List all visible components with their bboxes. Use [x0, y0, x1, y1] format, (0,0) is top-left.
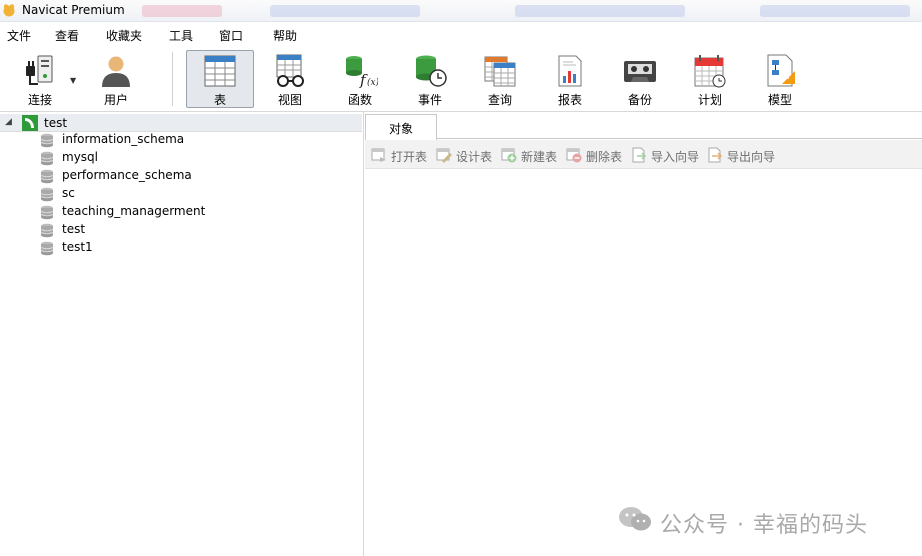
function-label: 函数 [347, 93, 372, 107]
connection-plug-icon [26, 55, 53, 85]
object-pane: 对象 打开表 设计表 新建表 删除表 导入向导 导出向导 [365, 112, 922, 556]
report-label: 报表 [557, 93, 582, 107]
menu-window[interactable]: 窗口 [219, 27, 243, 44]
new-table-label: 新建表 [521, 150, 558, 164]
tree-database-item[interactable]: performance_schema [40, 167, 340, 185]
user-button[interactable]: 用户 [82, 50, 150, 108]
menu-favorites[interactable]: 收藏夹 [106, 27, 142, 44]
database-icon [40, 223, 54, 238]
database-name: performance_schema [62, 168, 192, 182]
database-icon [40, 151, 54, 166]
database-icon [40, 133, 54, 148]
connect-button[interactable]: 连接 [6, 50, 74, 108]
schedule-calendar-icon [694, 55, 726, 88]
open-table-label: 打开表 [391, 150, 428, 164]
backup-button[interactable]: 备份 [606, 50, 674, 108]
connect-label: 连接 [27, 93, 52, 107]
mysql-connection-icon [22, 115, 38, 131]
connection-name: test [44, 116, 68, 130]
menu-help[interactable]: 帮助 [273, 27, 297, 44]
delete-table-label: 删除表 [586, 150, 623, 164]
new-table-icon [501, 148, 517, 163]
wechat-icon [619, 507, 651, 531]
title-bar: Navicat Premium [0, 0, 922, 22]
function-icon: f (x) [346, 56, 378, 88]
import-wizard-label: 导入向导 [651, 150, 700, 164]
delete-table-icon [566, 148, 582, 163]
function-button[interactable]: f (x) 函数 [326, 50, 394, 108]
view-button[interactable]: 视图 [256, 50, 324, 108]
model-diagram-icon [767, 54, 795, 87]
export-wizard-icon [708, 147, 723, 163]
table-icon [204, 55, 236, 87]
database-icon [40, 187, 54, 202]
main-toolbar: 连接 ▼ 用户 表 视图 f (x) 函数 事件 查询 报表 备份 计划 模型 [0, 46, 922, 112]
query-icon [484, 56, 516, 87]
menu-view[interactable]: 查看 [55, 27, 79, 44]
user-label: 用户 [103, 93, 128, 107]
object-tabstrip: 对象 [365, 112, 922, 140]
blurred-tab-1 [142, 5, 222, 17]
backup-label: 备份 [627, 93, 652, 107]
tree-database-item[interactable]: sc [40, 185, 340, 203]
navicat-logo-icon [3, 4, 15, 17]
table-button[interactable]: 表 [186, 50, 254, 108]
open-table-icon [371, 148, 386, 162]
database-name: test1 [62, 240, 93, 254]
query-label: 查询 [487, 93, 512, 107]
design-table-label: 设计表 [456, 150, 493, 164]
report-chart-icon [558, 55, 582, 87]
database-name: information_schema [62, 132, 185, 146]
user-icon [102, 56, 130, 87]
import-wizard-icon [632, 147, 647, 163]
report-button[interactable]: 报表 [536, 50, 604, 108]
connection-tree: ◢ test information_schema mysql performa… [0, 112, 364, 556]
tree-database-item[interactable]: information_schema [40, 131, 340, 149]
watermark-text: 公众号 · 幸福的码头 [660, 513, 868, 538]
database-icon [40, 205, 54, 220]
schedule-label: 计划 [697, 93, 722, 107]
blurred-tab-2 [270, 5, 420, 17]
connect-dropdown-icon[interactable]: ▼ [70, 76, 76, 85]
blurred-tab-4 [760, 5, 910, 17]
svg-text:(x): (x) [367, 77, 378, 88]
event-clock-icon [416, 55, 447, 87]
model-button[interactable]: 模型 [746, 50, 814, 108]
event-button[interactable]: 事件 [396, 50, 464, 108]
query-button[interactable]: 查询 [466, 50, 534, 108]
database-icon [40, 169, 54, 184]
toolbar-separator [172, 52, 173, 106]
tree-database-item[interactable]: test1 [40, 239, 340, 257]
window-title: Navicat Premium [22, 3, 125, 17]
schedule-button[interactable]: 计划 [676, 50, 744, 108]
view-glasses-icon [276, 54, 304, 87]
tree-database-item[interactable]: teaching_managerment [40, 203, 340, 221]
database-name: sc [62, 186, 75, 200]
table-label: 表 [213, 93, 226, 107]
design-table-icon [436, 148, 452, 163]
database-name: teaching_managerment [62, 204, 206, 218]
tree-connection-test[interactable]: ◢ test [0, 114, 362, 132]
model-label: 模型 [767, 93, 792, 107]
database-name: test [62, 222, 86, 236]
backup-cassette-icon [624, 61, 656, 82]
tree-database-item[interactable]: test [40, 221, 340, 239]
menu-bar: 文件 查看 收藏夹 工具 窗口 帮助 [0, 22, 922, 46]
menu-tools[interactable]: 工具 [169, 27, 193, 44]
menu-file[interactable]: 文件 [7, 27, 31, 44]
database-icon [40, 241, 54, 256]
export-wizard-label: 导出向导 [727, 150, 776, 164]
tree-database-item[interactable]: mysql [40, 149, 340, 167]
database-name: mysql [62, 150, 98, 164]
event-label: 事件 [417, 93, 442, 107]
object-toolbar: 打开表 设计表 新建表 删除表 导入向导 导出向导 [365, 140, 922, 169]
view-label: 视图 [277, 93, 302, 107]
collapse-arrow-icon[interactable]: ◢ [5, 117, 12, 127]
blurred-tab-3 [515, 5, 685, 17]
tab-objects[interactable]: 对象 [365, 114, 437, 140]
